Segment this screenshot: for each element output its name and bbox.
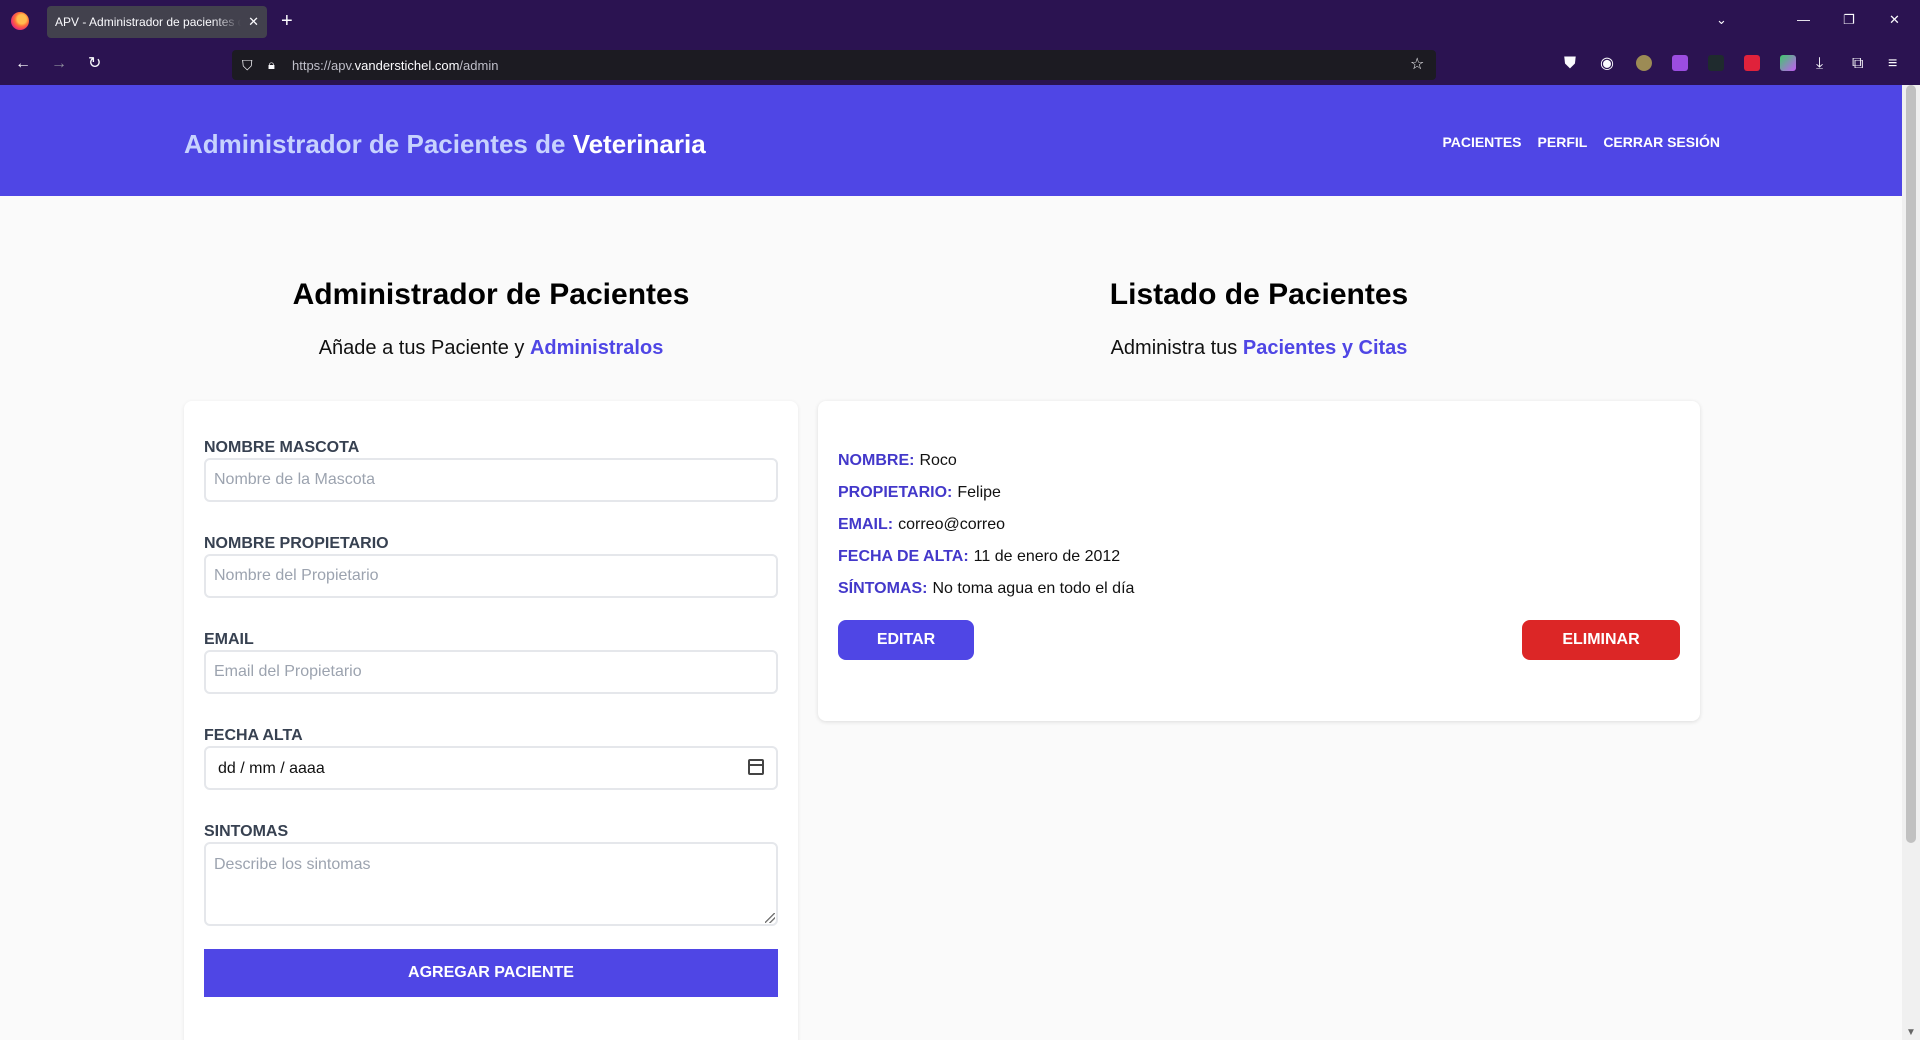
pocket-icon[interactable]: ⛊ [1564, 55, 1576, 73]
list-section-title: Listado de Pacientes [1109, 278, 1409, 311]
site-header: Administrador de Pacientes de Veterinari… [0, 85, 1902, 196]
nav-link-pacientes[interactable]: Pacientes [1442, 134, 1521, 150]
browser-toolbar: ← → ↻ ⛉ 🔒︎ https://apv.vanderstichel.com… [0, 44, 1920, 85]
extensions-icon[interactable]: ⧉ [1852, 55, 1863, 73]
patient-fecha-alta: Fecha de Alta: 11 de enero de 2012 [838, 548, 1120, 566]
extension-icon[interactable] [1708, 55, 1724, 71]
eliminar-button[interactable]: Eliminar [1522, 620, 1680, 660]
patient-form: Nombre Mascota Nombre Propietario Email … [184, 401, 798, 1040]
list-section-subtitle: Administra tus Pacientes y Citas [818, 337, 1700, 360]
patient-email: Email: correo@correo [838, 516, 1005, 534]
patient-field-key: Propietario: [838, 484, 953, 501]
field-label-mascota: Nombre Mascota [204, 439, 360, 456]
close-window-icon[interactable]: ✕ [1889, 12, 1900, 28]
patient-field-value: 11 de enero de 2012 [973, 548, 1121, 565]
back-icon[interactable]: ← [15, 55, 31, 73]
tab-title: APV - Administrador de pacientes de Vete… [55, 15, 241, 29]
new-tab-icon[interactable]: + [281, 9, 293, 33]
field-label-fecha: Fecha Alta [204, 727, 303, 744]
scroll-down-icon[interactable]: ▼ [1906, 1027, 1916, 1038]
url-prefix: https://apv. [292, 58, 355, 73]
field-label-propietario: Nombre Propietario [204, 535, 389, 552]
subtitle-accent: Administralos [529, 337, 664, 359]
restore-icon[interactable]: ❐ [1843, 12, 1855, 28]
site-brand: Administrador de Pacientes de Veterinari… [184, 129, 706, 160]
patient-field-value: No toma agua en todo el día [932, 580, 1135, 597]
field-label-email: Email [204, 631, 254, 648]
subtitle-text: Administra tus [1110, 337, 1238, 359]
form-section-subtitle: Añade a tus Paciente y Administralos [184, 337, 798, 360]
patient-field-value: Roco [919, 452, 957, 469]
account-icon[interactable]: ◉ [1600, 55, 1614, 73]
browser-tab[interactable]: APV - Administrador de pacientes de Vete… [47, 6, 267, 38]
nav-link-perfil[interactable]: Perfil [1538, 134, 1588, 150]
patient-propietario: Propietario: Felipe [838, 484, 1001, 502]
propietario-input[interactable] [204, 554, 778, 598]
page-content: Administrador de Pacientes de Veterinari… [0, 85, 1902, 1040]
extension-icon[interactable] [1672, 55, 1688, 71]
calendar-icon[interactable] [748, 759, 764, 775]
subtitle-accent: Pacientes y Citas [1242, 337, 1408, 359]
date-placeholder: dd / mm / aaaa [218, 760, 325, 777]
agregar-paciente-button[interactable]: Agregar Paciente [204, 949, 778, 997]
shield-icon[interactable]: ⛉ [242, 56, 253, 74]
extension-icon[interactable] [1780, 55, 1796, 71]
patient-sintomas: Síntomas: No toma agua en todo el día [838, 580, 1134, 598]
patient-field-value: Felipe [957, 484, 1001, 501]
menu-icon[interactable]: ≡ [1888, 55, 1897, 73]
reload-icon[interactable]: ↻ [88, 55, 101, 73]
patient-field-key: Fecha de Alta: [838, 548, 969, 565]
page-scrollbar[interactable]: ▼ [1902, 85, 1920, 1040]
browser-tab-strip: APV - Administrador de pacientes de Vete… [0, 0, 1920, 44]
field-label-sintomas: Sintomas [204, 823, 289, 840]
list-tabs-icon[interactable]: ⌄ [1716, 12, 1727, 28]
firefox-icon [11, 12, 29, 30]
url-text[interactable]: https://apv.vanderstichel.com/admin [292, 58, 498, 73]
patient-field-value: correo@correo [898, 516, 1006, 533]
main-nav: Pacientes Perfil Cerrar Sesión [1442, 134, 1720, 150]
minimize-icon[interactable]: — [1797, 12, 1810, 27]
patient-card: Nombre: Roco Propietario: Felipe Email: cor… [818, 401, 1700, 721]
editar-button[interactable]: Editar [838, 620, 974, 660]
patient-field-key: Nombre: [838, 452, 915, 469]
sintomas-wrapper [184, 842, 798, 926]
sintomas-textarea[interactable] [204, 842, 778, 926]
patient-nombre: Nombre: Roco [838, 452, 957, 470]
url-bar[interactable]: ⛉ 🔒︎ https://apv.vanderstichel.com/admin… [232, 50, 1436, 80]
lock-icon[interactable]: 🔒︎ [268, 56, 275, 74]
url-host: vanderstichel.com [354, 58, 460, 73]
scrollbar-thumb[interactable] [1906, 85, 1916, 843]
brand-prefix: Administrador de Pacientes de [184, 129, 566, 159]
email-input[interactable] [204, 650, 778, 694]
extension-icon[interactable] [1744, 55, 1760, 71]
mascota-input[interactable] [204, 458, 778, 502]
extension-icon[interactable] [1636, 55, 1652, 71]
bookmark-star-icon[interactable]: ☆ [1410, 56, 1424, 74]
fecha-date-input[interactable]: dd / mm / aaaa [204, 746, 778, 790]
forward-icon[interactable]: → [51, 55, 67, 73]
url-path: /admin [459, 58, 499, 73]
subtitle-text: Añade a tus Paciente y [318, 337, 525, 359]
resize-handle-icon[interactable] [765, 913, 775, 923]
patient-field-key: Email: [838, 516, 894, 533]
downloads-icon[interactable]: ⤓ [1816, 55, 1823, 73]
form-section-title: Administrador de Pacientes [292, 278, 690, 311]
brand-highlight: Veterinaria [572, 129, 706, 159]
close-tab-icon[interactable]: ✕ [248, 14, 259, 30]
nav-link-cerrar-sesion[interactable]: Cerrar Sesión [1603, 134, 1720, 150]
patient-field-key: Síntomas: [838, 580, 928, 597]
